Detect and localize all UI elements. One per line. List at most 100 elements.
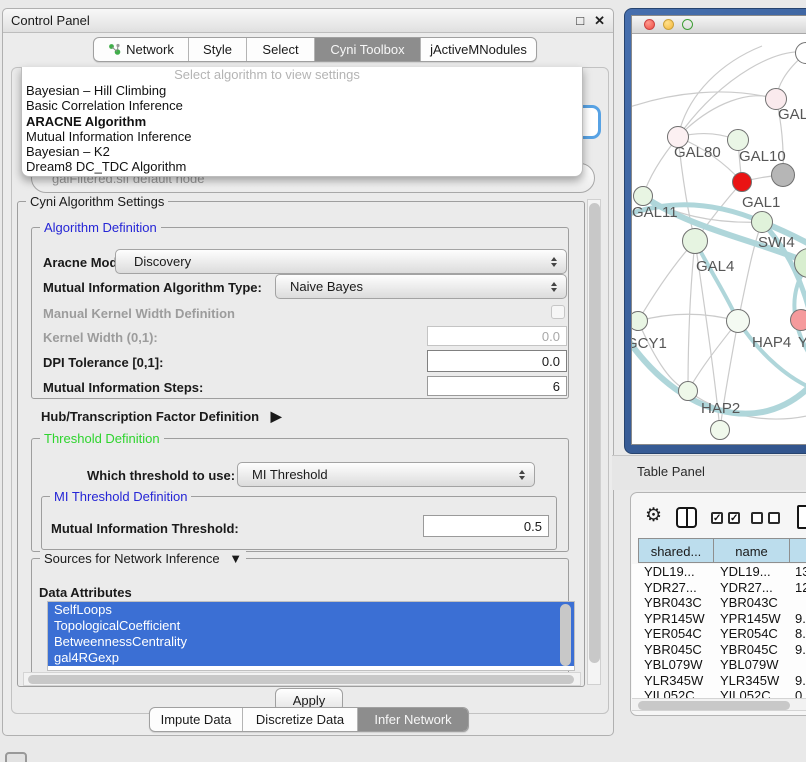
table-cell[interactable]: 8. xyxy=(795,626,806,642)
table-cell[interactable]: YBR043C xyxy=(720,595,778,611)
table-row[interactable]: YBL079W YBL079W xyxy=(632,657,806,673)
table-row[interactable]: YDL19... YDL19... 13 xyxy=(632,564,806,580)
network-edge[interactable] xyxy=(688,241,695,391)
network-view-titlebar[interactable] xyxy=(632,16,806,34)
network-edge-highlighted[interactable] xyxy=(738,321,806,392)
settings-vertical-scrollbar[interactable] xyxy=(587,199,601,685)
mi-steps-field[interactable]: 6 xyxy=(427,376,567,396)
column-header-partial[interactable] xyxy=(789,538,806,563)
settings-scrollbar-thumb[interactable] xyxy=(589,203,600,663)
close-traffic-light-icon[interactable] xyxy=(644,19,655,30)
network-node-y[interactable] xyxy=(790,309,806,331)
table-row[interactable]: YLR345W YLR345W 9. xyxy=(632,673,806,689)
deselect-checkbox-icon[interactable] xyxy=(751,512,763,524)
export-table-icon[interactable] xyxy=(797,505,806,529)
table-cell[interactable]: YBR045C xyxy=(644,642,702,658)
table-cell[interactable]: YBL079W xyxy=(720,657,779,673)
table-cell[interactable]: 0. xyxy=(795,688,806,698)
maximize-icon[interactable]: □ xyxy=(576,14,584,28)
minimized-panel-icon[interactable] xyxy=(5,752,27,762)
table-row[interactable]: YPR145W YPR145W 9. xyxy=(632,611,806,627)
table-hscrollbar-thumb[interactable] xyxy=(638,701,790,710)
tab-style[interactable]: Style xyxy=(188,38,246,61)
table-row[interactable]: YER054C YER054C 8. xyxy=(632,626,806,642)
table-row[interactable]: YBR045C YBR045C 9. xyxy=(632,642,806,658)
mi-threshold-field[interactable]: 0.5 xyxy=(423,515,549,537)
hub-definition-toggle[interactable]: Hub/Transcription Factor Definition ▶ xyxy=(41,408,282,425)
tab-select[interactable]: Select xyxy=(246,38,314,61)
attributes-scrollbar-thumb[interactable] xyxy=(560,604,571,666)
settings-hscrollbar-thumb[interactable] xyxy=(28,675,574,684)
tab-cyni-toolbox[interactable]: Cyni Toolbox xyxy=(314,38,420,61)
attribute-item[interactable]: SelfLoops xyxy=(48,602,574,618)
table-cell[interactable]: YDR27... xyxy=(720,580,773,596)
table-cell[interactable]: YBR043C xyxy=(644,595,702,611)
dropdown-item[interactable]: Mutual Information Inference xyxy=(22,129,582,144)
column-header-name[interactable]: name xyxy=(713,538,790,563)
dropdown-item[interactable]: Bayesian – K2 xyxy=(22,144,582,159)
table-cell[interactable]: YDL19... xyxy=(720,564,771,580)
table-cell[interactable]: 9. xyxy=(795,673,806,689)
table-cell[interactable]: 9. xyxy=(795,642,806,658)
attribute-item[interactable]: BetweennessCentrality xyxy=(48,634,574,650)
network-edge-highlighted[interactable] xyxy=(695,241,738,321)
dropdown-item[interactable]: Basic Correlation Inference xyxy=(22,98,582,113)
network-node-gal11[interactable] xyxy=(633,186,653,206)
kernel-width-field[interactable]: 0.0 xyxy=(427,326,567,346)
network-node-swi4[interactable] xyxy=(751,211,773,233)
aracne-mode-combo[interactable]: Discovery xyxy=(115,249,567,274)
network-canvas[interactable]: GALGAL80GAL10GAL1GAL11SWI4GAL4GCY1HAP4YH… xyxy=(632,34,806,444)
table-cell[interactable]: YBR045C xyxy=(720,642,778,658)
table-cell[interactable]: YIL052C xyxy=(720,688,771,698)
table-cell[interactable]: 13 xyxy=(795,564,806,580)
table-cell[interactable]: YIL052C xyxy=(644,688,695,698)
dpi-tolerance-field[interactable]: 0.0 xyxy=(427,350,567,372)
network-node-gal1[interactable] xyxy=(732,172,752,192)
table-row[interactable]: YBR043C YBR043C xyxy=(632,595,806,611)
sources-title[interactable]: Sources for Network Inference ▼ xyxy=(40,551,246,566)
table-row[interactable]: YIL052C YIL052C 0. xyxy=(632,688,806,698)
tab-jactivemnodules[interactable]: jActiveMNodules xyxy=(420,38,536,61)
table-cell[interactable]: YPR145W xyxy=(644,611,705,627)
split-columns-icon[interactable] xyxy=(676,507,697,528)
table-cell[interactable]: YBL079W xyxy=(644,657,703,673)
gear-icon[interactable]: ⚙ xyxy=(645,505,662,527)
settings-horizontal-scrollbar[interactable] xyxy=(23,672,581,686)
close-icon[interactable]: ✕ xyxy=(594,14,605,28)
network-edge[interactable] xyxy=(638,241,695,321)
dropdown-item[interactable]: Dream8 DC_TDC Algorithm xyxy=(22,159,582,174)
dropdown-item-selected[interactable]: ARACNE Algorithm xyxy=(22,114,582,129)
network-node[interactable] xyxy=(710,420,730,440)
table-cell[interactable]: YDL19... xyxy=(644,564,695,580)
network-edge[interactable] xyxy=(638,314,738,321)
minimize-traffic-light-icon[interactable] xyxy=(663,19,674,30)
mi-type-combo[interactable]: Naive Bayes xyxy=(275,274,567,299)
attribute-item[interactable]: gal4RGexp xyxy=(48,650,574,666)
zoom-traffic-light-icon[interactable] xyxy=(682,19,693,30)
table-row[interactable]: YDR27... YDR27... 12 xyxy=(632,580,806,596)
tab-network[interactable]: Network xyxy=(94,38,188,61)
table-horizontal-scrollbar[interactable] xyxy=(632,698,806,711)
deselect-checkbox-icon[interactable] xyxy=(768,512,780,524)
network-node[interactable] xyxy=(771,163,795,187)
network-node-gal4[interactable] xyxy=(682,228,708,254)
table-cell[interactable]: YPR145W xyxy=(720,611,781,627)
tab-infer-network[interactable]: Infer Network xyxy=(357,708,468,731)
network-edge[interactable] xyxy=(688,321,738,391)
table-cell[interactable]: YER054C xyxy=(720,626,778,642)
dropdown-item[interactable]: Bayesian – Hill Climbing xyxy=(22,83,582,98)
select-all-checkbox-icon[interactable]: ✓ xyxy=(711,512,723,524)
network-node-hap2[interactable] xyxy=(678,381,698,401)
which-threshold-combo[interactable]: MI Threshold xyxy=(237,462,535,487)
table-cell[interactable]: 12 xyxy=(795,580,806,596)
column-header-shared-name[interactable]: shared... xyxy=(638,538,714,563)
tab-impute-data[interactable]: Impute Data xyxy=(150,708,242,731)
table-cell[interactable]: 9. xyxy=(795,611,806,627)
table-cell[interactable]: YLR345W xyxy=(644,673,703,689)
network-edge[interactable] xyxy=(632,92,776,109)
manual-kernel-checkbox[interactable] xyxy=(551,305,565,319)
table-cell[interactable]: YER054C xyxy=(644,626,702,642)
tab-discretize-data[interactable]: Discretize Data xyxy=(242,708,357,731)
table-cell[interactable]: YLR345W xyxy=(720,673,779,689)
table-cell[interactable]: YDR27... xyxy=(644,580,697,596)
